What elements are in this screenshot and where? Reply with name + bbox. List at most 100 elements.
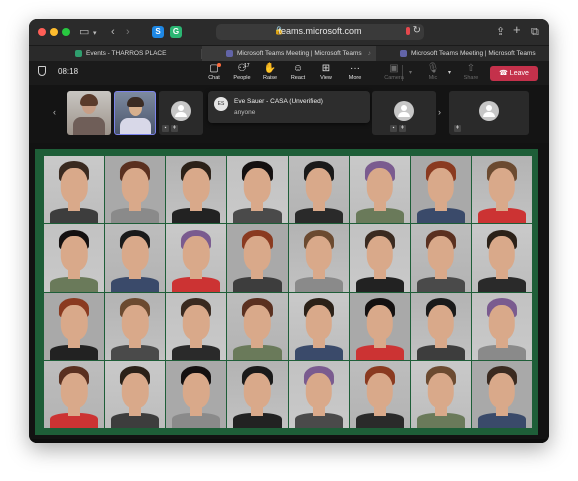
chevron-down-icon[interactable]: ▾ [93,27,97,41]
photo-tile [471,156,532,224]
participant-strip: ‹ ▪ ǂ ES Eve Sauer - CASA (Unverified) a… [29,85,549,143]
photo-tile [227,292,288,360]
teams-favicon-icon [226,49,233,57]
participant-hair [80,94,98,106]
photo-tile [166,224,227,292]
share-icon[interactable]: ⇪ [496,25,505,39]
meeting-toolbar: 08:18 ▢ Chat ⚇ 17 People ✋ Raise ☺ React… [29,61,549,85]
extension-grammarly-icon[interactable]: G [170,26,182,38]
default-avatar-icon [171,101,191,121]
hand-icon: ✋ [263,63,277,74]
photo-tile [227,360,288,428]
address-bar[interactable]: 🔒 teams.microsoft.com ↻ [216,24,424,40]
camera-options-chevron-icon[interactable]: ▾ [409,69,412,76]
forward-arrow-icon[interactable]: › [126,25,130,39]
sidebar-toggle-icon[interactable]: ▭ [79,25,89,39]
participant-tile[interactable]: ǂ [449,91,529,135]
tab-favicon-icon [75,49,82,57]
photo-tile [166,292,227,360]
teams-favicon-icon [400,49,407,57]
maximize-window-button[interactable] [62,28,70,36]
camera-off-mini-icon: ▪ [162,125,169,132]
share-button[interactable]: ⇧ Share [458,63,484,82]
photo-tile [44,292,105,360]
participant-hover-card: ES Eve Sauer - CASA (Unverified) anyone [208,91,370,123]
photo-tile [105,156,166,224]
photo-tile [288,292,349,360]
photo-tile [471,360,532,428]
photo-tile [410,360,471,428]
tab-overview-icon[interactable]: ⧉ [531,25,539,39]
hover-card-name: Eve Sauer - CASA (Unverified) [234,98,323,105]
photo-tile [288,224,349,292]
mic-recording-icon [406,27,410,35]
minimize-window-button[interactable] [50,28,58,36]
participant-tile[interactable]: ▪ ǂ [159,91,203,135]
photo-tile [349,360,410,428]
hover-card-status: anyone [234,109,256,116]
photo-tile [105,224,166,292]
notification-dot [217,63,221,67]
camera-button[interactable]: ▣ Camera [381,63,407,82]
people-button[interactable]: ⚇ 17 People [229,63,255,82]
tab-label: Microsoft Teams Meeting | Microsoft Team… [411,50,536,57]
reload-icon[interactable]: ↻ [413,25,421,36]
photo-tile [349,224,410,292]
mic-off-mini-icon: ǂ [454,125,461,132]
photo-tile [410,292,471,360]
close-window-button[interactable] [38,28,46,36]
new-tab-icon[interactable]: + [513,23,521,37]
url-text: teams.microsoft.com [278,26,362,36]
view-button[interactable]: ⊞ View [313,63,339,82]
react-button[interactable]: ☺ React [285,63,311,82]
scroll-right-icon[interactable]: › [438,107,441,117]
scroll-left-icon[interactable]: ‹ [53,107,56,117]
more-dots-icon: ··· [350,63,360,74]
tab-events[interactable]: Events - THARROS PLACE [29,46,201,62]
photo-tile [105,360,166,428]
participant-body [73,117,105,135]
participant-video-tile[interactable] [67,91,111,135]
leave-button[interactable]: ☎ Leave [490,66,538,81]
photo-tile [410,156,471,224]
share-screen-icon: ⇧ [466,63,476,74]
tab-teams-meeting[interactable]: Microsoft Teams Meeting | Microsoft Team… [376,46,549,62]
tab-mic-icon: ♪ [367,50,371,57]
mic-button[interactable]: 🎙 Mic [420,63,446,82]
chat-button[interactable]: ▢ Chat [201,63,227,82]
participant-video-tile-active[interactable] [114,91,156,135]
photo-tile [44,156,105,224]
tab-teams-meeting-active[interactable]: Microsoft Teams Meeting | Microsoft Team… [202,46,376,62]
more-button[interactable]: ··· More [342,63,368,82]
photo-tile [44,224,105,292]
photo-tile [349,156,410,224]
photo-tile [105,292,166,360]
shield-icon [38,66,46,76]
mic-options-chevron-icon[interactable]: ▾ [448,69,451,76]
phone-hangup-icon: ☎ [499,70,510,77]
grid-view-icon: ⊞ [321,63,331,74]
raise-hand-button[interactable]: ✋ Raise [257,63,283,82]
mic-off-mini-icon: ǂ [171,125,178,132]
photo-grid [44,156,532,428]
mic-off-icon: 🎙 [426,63,440,74]
default-avatar-icon [479,101,499,121]
participant-hair [127,97,144,107]
browser-titlebar: ▭ ▾ ‹ › S G 🔒 teams.microsoft.com ↻ ⇪ + … [29,19,549,45]
extension-s-icon[interactable]: S [152,26,164,38]
photo-tile [166,156,227,224]
participant-tile[interactable]: ▪ ǂ [372,91,436,135]
back-arrow-icon[interactable]: ‹ [111,25,115,39]
photo-tile [227,224,288,292]
shared-image-frame [35,149,538,435]
photo-tile [288,156,349,224]
photo-tile [288,360,349,428]
photo-tile [410,224,471,292]
camera-off-icon: ▣ [389,63,399,74]
browser-window: ▭ ▾ ‹ › S G 🔒 teams.microsoft.com ↻ ⇪ + … [29,19,549,443]
default-avatar-icon [394,101,414,121]
smiley-icon: ☺ [292,63,304,74]
participant-body [120,118,151,134]
photo-tile [227,156,288,224]
tab-bar: Events - THARROS PLACE Microsoft Teams M… [29,45,549,62]
